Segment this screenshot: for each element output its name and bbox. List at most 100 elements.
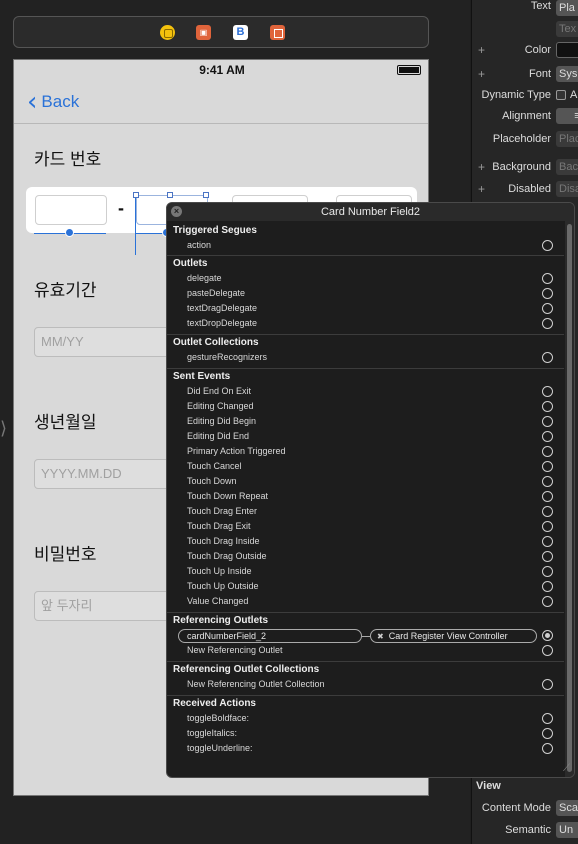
disabled-label: Disabled [508,183,551,195]
outlet-collections-header: Outlet Collections [173,337,259,348]
content-mode-label: Content Mode [481,802,551,814]
segue-item: action [187,240,212,250]
sent-event-item: Editing Did Begin [187,416,257,426]
add-variation-icon[interactable]: + [478,182,485,196]
sent-event-item: Touch Drag Inside [187,536,260,546]
sent-event-item: Touch Down [187,476,237,486]
sent-event-item: Editing Changed [187,401,254,411]
connection-circle-icon[interactable] [542,476,553,487]
new-referencing-outlet-collection-item: New Referencing Outlet Collection [187,679,325,689]
triggered-segues-header: Triggered Segues [173,225,257,236]
connection-circle-icon[interactable] [542,645,553,656]
connection-circle-icon[interactable] [542,446,553,457]
color-well[interactable] [556,42,578,58]
sent-event-item: Primary Action Triggered [187,446,286,456]
font-field[interactable]: Sys [556,66,578,82]
sent-event-item: Touch Drag Exit [187,521,251,531]
semantic-label: Semantic [505,824,551,836]
birth-label: 생년월일 [34,413,97,432]
connection-circle-icon[interactable] [542,431,553,442]
card-dash: - [118,198,124,218]
outlet-item: textDropDelegate [187,318,258,328]
outlets-header: Outlets [173,258,208,269]
outlet-item: delegate [187,273,222,283]
connection-circle-icon[interactable] [542,536,553,547]
placeholder-field[interactable]: Plac [556,131,578,147]
card-number-label: 카드 번호 [34,150,102,169]
text-type-popup[interactable]: Pla [556,0,578,16]
received-actions-header: Received Actions [173,698,256,709]
connection-circle-icon[interactable] [542,318,553,329]
view-controller-icon[interactable] [160,25,175,40]
connection-circle-icon[interactable] [542,303,553,314]
connection-circle-icon[interactable] [542,551,553,562]
connection-circle-icon[interactable] [542,713,553,724]
connection-circle-icon[interactable] [542,566,553,577]
connection-circle-icon[interactable] [542,416,553,427]
outlet-item: pasteDelegate [187,288,246,298]
connection-circle-icon[interactable] [542,240,553,251]
connection-circle-icon[interactable] [542,630,553,641]
constraint-handle[interactable] [65,228,74,237]
add-variation-icon[interactable]: + [478,160,485,174]
connection-circle-icon[interactable] [542,273,553,284]
card-number-field-1[interactable] [35,195,107,225]
alignment-control[interactable]: ≡ [556,108,578,124]
connection-circle-icon[interactable] [542,386,553,397]
connection-circle-icon[interactable] [542,288,553,299]
background-label: Background [492,161,551,173]
add-variation-icon[interactable]: + [478,43,485,57]
connection-circle-icon[interactable] [542,743,553,754]
semantic-popup[interactable]: Un [556,822,578,838]
referencing-target-label: Card Register View Controller [388,631,508,641]
sent-event-item: Did End On Exit [187,386,252,396]
sent-event-item: Touch Drag Enter [187,506,258,516]
connection-circle-icon[interactable] [542,491,553,502]
resize-handle[interactable] [167,192,173,198]
connection-circle-icon[interactable] [542,506,553,517]
resize-handle[interactable] [203,192,209,198]
add-variation-icon[interactable]: + [478,67,485,81]
scene-dock: ▣ B [13,16,429,48]
connection-circle-icon[interactable] [542,679,553,690]
connection-circle-icon[interactable] [542,461,553,472]
popover-titlebar: × Card Number Field2 [167,203,574,221]
exit-icon[interactable] [270,25,285,40]
nav-divider [14,123,428,124]
section-divider [167,255,564,256]
connection-circle-icon[interactable] [542,728,553,739]
remove-connection-icon[interactable]: ✖ [377,632,384,641]
background-field[interactable]: Bac [556,159,578,175]
section-divider [167,695,564,696]
content-mode-popup[interactable]: Sca [556,800,578,816]
scrollbar-thumb[interactable] [567,224,572,772]
referencing-outlet-pill[interactable]: cardNumberField_2 [178,629,362,643]
dynamic-type-label: Dynamic Type [481,89,552,101]
password-label: 비밀번호 [34,545,97,564]
resize-grip-icon[interactable]: ⟋ [563,763,570,774]
sent-event-item: Touch Cancel [187,461,242,471]
expiry-label: 유효기간 [34,281,97,300]
referencing-target-pill[interactable]: ✖ Card Register View Controller [370,629,537,643]
resize-handle[interactable] [133,192,139,198]
back-label: Back [41,92,80,111]
popover-title: Card Number Field2 [320,206,421,218]
view-section-header: View [476,780,501,792]
connection-circle-icon[interactable] [542,521,553,532]
cube-icon[interactable]: ▣ [196,25,211,40]
back-button[interactable]: ‹ Back [27,89,80,115]
connection-circle-icon[interactable] [542,401,553,412]
alignment-label: Alignment [502,110,551,122]
connection-line [362,636,370,637]
dynamic-type-value: A [570,89,578,101]
outlet-item: textDragDelegate [187,303,258,313]
connection-circle-icon[interactable] [542,581,553,592]
referencing-outlet-collections-header: Referencing Outlet Collections [173,664,320,675]
dynamic-type-checkbox[interactable] [556,90,566,100]
text-value-field[interactable]: Tex [556,21,578,37]
connection-circle-icon[interactable] [542,596,553,607]
connection-circle-icon[interactable] [542,352,553,363]
b-icon[interactable]: B [233,25,248,40]
text-label: Text [530,0,551,12]
disabled-field[interactable]: Disa [556,181,578,197]
